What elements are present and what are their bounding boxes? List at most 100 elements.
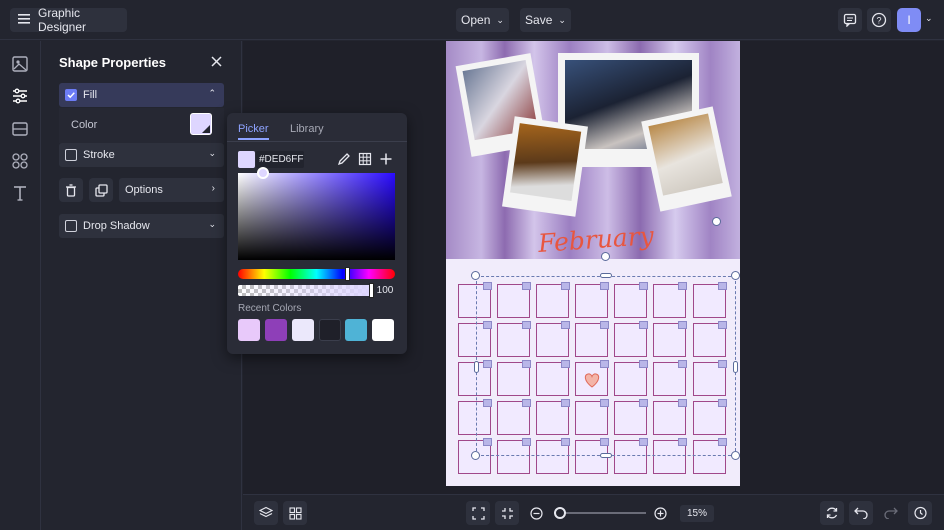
open-label: Open [461, 13, 491, 27]
left-tool-rail [0, 41, 41, 530]
zoom-level-input[interactable]: 15% [680, 505, 714, 522]
fit-screen-button[interactable] [466, 501, 490, 525]
selection-handle[interactable] [600, 273, 612, 278]
duplicate-button[interactable] [89, 178, 113, 202]
redo-icon [884, 507, 898, 519]
recent-color-swatch[interactable] [319, 319, 341, 341]
history-icon [914, 506, 927, 520]
zoom-slider-handle[interactable] [554, 507, 566, 519]
comment-icon [843, 13, 857, 27]
fill-color-row: Color [59, 108, 224, 143]
selection-handle[interactable] [471, 451, 480, 460]
hamburger-icon [18, 13, 30, 27]
history-button[interactable] [908, 501, 932, 525]
image-icon[interactable] [11, 55, 29, 73]
panel-title: Shape Properties [59, 55, 166, 70]
saturation-value-area[interactable] [238, 173, 395, 260]
opacity-slider[interactable] [238, 285, 372, 296]
tab-picker[interactable]: Picker [238, 123, 269, 140]
eyedropper-icon[interactable] [337, 152, 351, 166]
selection-handle[interactable] [601, 252, 610, 261]
refresh-icon [826, 507, 838, 519]
app-menu-button[interactable]: Graphic Designer [10, 6, 127, 34]
stroke-label: Stroke [83, 149, 115, 161]
hex-input[interactable]: #DED6FF [256, 151, 304, 168]
comments-button[interactable] [838, 8, 862, 32]
shrink-button[interactable] [495, 501, 519, 525]
delete-button[interactable] [59, 178, 83, 202]
help-button[interactable]: ? [867, 8, 891, 32]
elements-icon[interactable] [11, 152, 29, 170]
recent-color-swatch[interactable] [292, 319, 314, 341]
zoom-in-icon[interactable] [654, 507, 667, 520]
selection-box[interactable] [476, 276, 736, 456]
design-page[interactable]: February [446, 41, 740, 486]
close-icon[interactable] [211, 56, 222, 67]
selection-handle[interactable] [731, 271, 740, 280]
selection-handle[interactable] [731, 451, 740, 460]
chevron-down-icon: ⌄ [496, 14, 504, 25]
save-button[interactable]: Save ⌄ [520, 8, 571, 32]
save-label: Save [525, 13, 553, 27]
shape-properties-panel: Shape Properties Fill ⌃ Color Stroke ⌄ O… [42, 41, 242, 530]
selection-handle[interactable] [733, 361, 738, 373]
selection-handle[interactable] [600, 453, 612, 458]
selection-handle[interactable] [712, 217, 721, 226]
sliders-icon[interactable] [11, 87, 29, 105]
refresh-button[interactable] [820, 501, 844, 525]
chevron-up-icon: ⌃ [208, 88, 216, 98]
drop-shadow-section-header[interactable]: Drop Shadow ⌄ [59, 214, 224, 238]
open-button[interactable]: Open ⌄ [456, 8, 509, 32]
hex-value: #DED6FF [259, 154, 304, 165]
avatar-initial: I [907, 13, 911, 27]
chevron-down-icon: ⌄ [208, 148, 216, 158]
zoom-out-icon[interactable] [530, 507, 543, 520]
bottom-toolbar: 15% [243, 494, 944, 530]
recent-color-swatch[interactable] [265, 319, 287, 341]
text-icon[interactable] [11, 184, 29, 202]
color-picker-popup: Picker Library #DED6FF 100 Recent Colors [227, 113, 407, 354]
trash-icon [66, 183, 76, 197]
redo-button[interactable] [879, 501, 903, 525]
add-icon[interactable] [379, 152, 393, 166]
selection-handle[interactable] [471, 271, 480, 280]
tab-library[interactable]: Library [290, 123, 324, 135]
undo-button[interactable] [849, 501, 873, 525]
hue-slider[interactable] [238, 269, 395, 279]
avatar[interactable]: I [897, 8, 921, 32]
stroke-section-header[interactable]: Stroke ⌄ [59, 143, 224, 167]
undo-icon [854, 507, 868, 519]
layout-icon[interactable] [11, 120, 29, 138]
hue-slider-handle[interactable] [345, 267, 350, 281]
opacity-value: 100 [376, 285, 394, 296]
chevron-down-icon[interactable]: ⌄ [925, 13, 933, 24]
pages-grid-button[interactable] [283, 501, 307, 525]
color-label: Color [71, 119, 98, 131]
duplicate-icon [94, 183, 108, 197]
zoom-slider[interactable] [554, 512, 646, 514]
photo-frame[interactable] [502, 116, 588, 217]
recent-color-swatch[interactable] [238, 319, 260, 341]
fill-label: Fill [83, 89, 98, 101]
layers-button[interactable] [254, 501, 278, 525]
selection-handle[interactable] [474, 361, 479, 373]
saturation-picker-handle[interactable] [257, 167, 269, 179]
fill-section-header[interactable]: Fill ⌃ [59, 83, 224, 107]
grid-icon[interactable] [358, 152, 372, 166]
options-button[interactable]: Options › [119, 178, 224, 202]
drop-shadow-label: Drop Shadow [83, 220, 150, 232]
recent-colors-label: Recent Colors [238, 303, 302, 314]
fill-checkbox[interactable] [65, 89, 77, 101]
opacity-input[interactable]: 100 [374, 283, 396, 298]
drop-shadow-checkbox[interactable] [65, 220, 77, 232]
help-icon: ? [871, 12, 887, 28]
tab-picker-label: Picker [238, 123, 269, 135]
app-title: Graphic Designer [38, 6, 87, 34]
recent-color-swatch[interactable] [345, 319, 367, 341]
recent-color-swatch[interactable] [372, 319, 394, 341]
stroke-checkbox[interactable] [65, 149, 77, 161]
fill-color-swatch[interactable] [190, 113, 212, 135]
svg-text:?: ? [876, 16, 881, 26]
zoom-value: 15% [686, 508, 707, 519]
current-color-swatch[interactable] [238, 151, 255, 168]
